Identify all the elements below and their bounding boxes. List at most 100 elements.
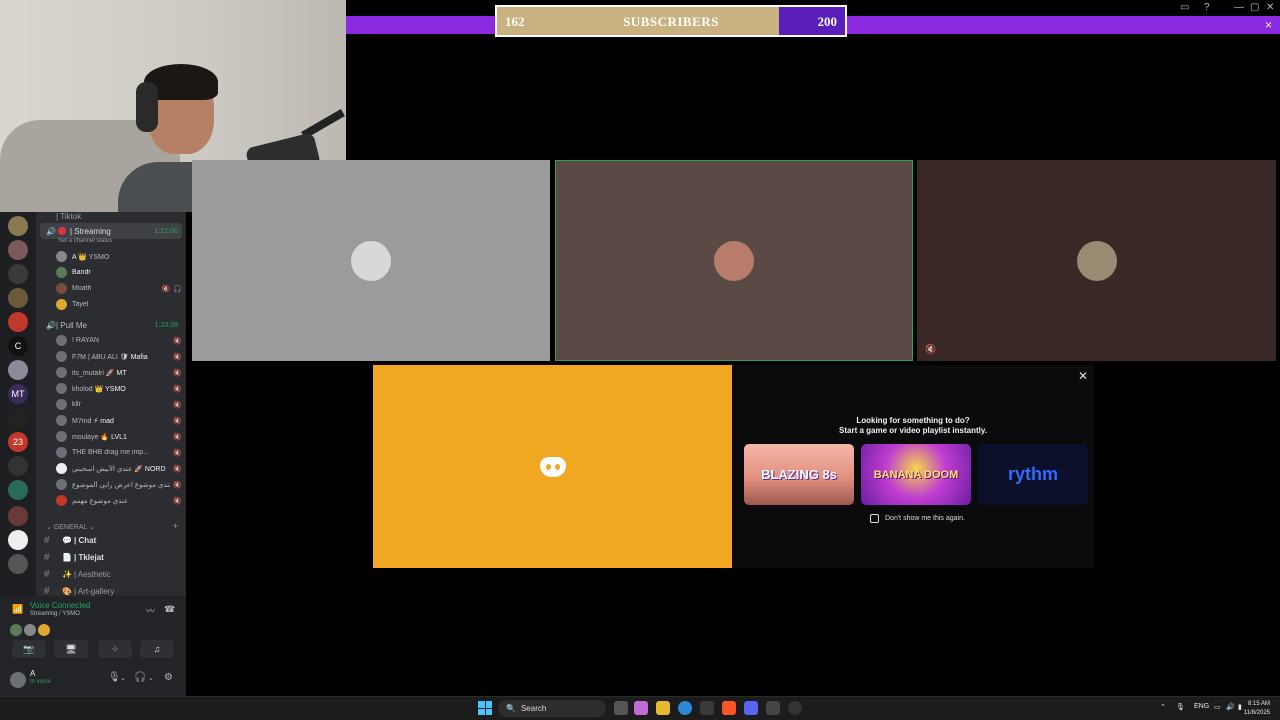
settings-gear-icon[interactable]: ⚙ — [164, 672, 173, 683]
voice-member[interactable]: عندي الأبيض اسحبني 🚀 NORD 🔇 — [56, 461, 182, 476]
screen-share-icon[interactable]: ▭ — [1180, 2, 1189, 13]
avatar — [56, 415, 67, 426]
close-icon[interactable]: ✕ — [1078, 369, 1088, 383]
participant-tile[interactable] — [192, 160, 550, 361]
server-icon[interactable] — [8, 506, 28, 526]
voice-member[interactable]: عندي موضوع مهمم 🔇 — [56, 493, 182, 508]
microphone-icon[interactable]: 🎙 — [108, 672, 121, 683]
tray-chevron-icon[interactable]: ⌃ — [1160, 703, 1166, 711]
dont-show-checkbox[interactable] — [870, 514, 879, 523]
channel-timer: 1:21:00 — [154, 227, 178, 235]
screenshare-button[interactable]: 🖥 — [54, 640, 88, 658]
brave-icon[interactable] — [722, 701, 736, 715]
minimize-icon[interactable]: — — [1234, 2, 1244, 13]
discord-icon[interactable] — [744, 701, 758, 715]
copilot-icon[interactable] — [634, 701, 648, 715]
channel-emoji: 💬 — [62, 536, 72, 545]
category-general[interactable]: ⌄ GENERAL ⌄ — [46, 523, 95, 531]
user-avatar[interactable] — [10, 672, 26, 688]
noise-suppression-icon[interactable]: 〰 — [146, 604, 155, 617]
file-explorer-icon[interactable] — [656, 701, 670, 715]
text-channel[interactable]: # 📄 | Tklejat — [44, 550, 182, 565]
participant-tile[interactable]: 🔇 — [917, 160, 1276, 361]
server-icon-notif[interactable]: 23 — [8, 432, 28, 452]
server-icon[interactable] — [8, 554, 28, 574]
dont-show-again[interactable]: Don't show me this again. — [870, 514, 965, 523]
channel-sidebar: | Tiktok 🔊 | Streaming 1:21:00 Set a cha… — [36, 212, 186, 596]
volume-icon[interactable]: 🔊 — [1226, 703, 1235, 711]
text-channel[interactable]: # ✨ | Aesthetic — [44, 567, 182, 582]
voice-status[interactable]: Voice Connected — [30, 601, 91, 610]
obs-icon[interactable] — [788, 701, 802, 715]
member-tag: ⚡ mad — [93, 417, 114, 425]
server-icon[interactable] — [8, 216, 28, 236]
member-name: عندي الأبيض اسحبني — [72, 465, 133, 473]
mute-icon: 🔇 — [173, 417, 182, 425]
server-icon-mt[interactable]: MT — [8, 384, 28, 404]
text-channel[interactable]: # 💬 | Chat — [44, 533, 182, 548]
help-icon[interactable]: ? — [1204, 2, 1210, 13]
tray-mic-icon[interactable]: 🎙 — [1176, 703, 1185, 711]
signal-icon[interactable]: 📶 — [12, 604, 23, 615]
server-icon[interactable] — [8, 530, 28, 550]
voice-member[interactable]: A 👑 YSMO — [56, 249, 182, 264]
server-icon[interactable] — [8, 408, 28, 428]
voice-member[interactable]: THE BHB drag me imp... 🔇 — [56, 445, 182, 460]
maximize-icon[interactable]: ▢ — [1250, 2, 1259, 13]
voice-channel-streaming[interactable]: 🔊 | Streaming 1:21:00 — [40, 223, 182, 239]
server-icon[interactable] — [8, 312, 28, 332]
voice-member[interactable]: Moath 🔇 🎧 — [56, 281, 182, 296]
voice-member[interactable]: moulaye 🔥 LVL1 🔇 — [56, 429, 182, 444]
taskbar-search[interactable]: 🔍 Search — [498, 700, 606, 717]
server-icon[interactable] — [8, 288, 28, 308]
chevron-down-icon[interactable]: ⌄ — [120, 674, 126, 682]
voice-member[interactable]: F7M | ABU ALI 🛡 Mafia 🔇 — [56, 349, 182, 364]
headphones-icon[interactable]: 🎧 — [134, 672, 146, 683]
voice-member[interactable]: kllr 🔇 — [56, 397, 182, 412]
disconnect-icon[interactable]: ☎ — [164, 604, 175, 615]
server-icon[interactable] — [8, 360, 28, 380]
voice-member[interactable]: Tayel — [56, 297, 182, 312]
voice-member[interactable]: its_mutalri 🚀 MT 🔇 — [56, 365, 182, 380]
stream-placeholder[interactable] — [373, 365, 732, 568]
chevron-down-icon[interactable]: ⌄ — [148, 674, 154, 682]
activity-card-banana-doom[interactable]: BANANA DOOM — [861, 444, 971, 505]
voice-member[interactable]: Bandr — [56, 265, 182, 280]
avatar — [24, 624, 36, 636]
search-icon: 🔍 — [506, 704, 516, 713]
language-indicator[interactable]: ENG — [1194, 703, 1209, 710]
member-name: عندي موضوع مهمم — [72, 497, 129, 505]
camera-button[interactable]: 📷 — [12, 640, 46, 658]
activity-card-blazing-8s[interactable]: BLAZING 8s — [744, 444, 854, 505]
edge-icon[interactable] — [678, 701, 692, 715]
add-channel-icon[interactable]: + — [173, 521, 178, 531]
server-icon[interactable] — [8, 264, 28, 284]
server-folder-icon[interactable] — [8, 480, 28, 500]
soundboard-button[interactable]: ♫ — [140, 640, 174, 658]
voice-member[interactable]: ! RAYAN 🔇 — [56, 333, 182, 348]
task-view-icon[interactable] — [614, 701, 628, 715]
window-close-icon[interactable]: ✕ — [1266, 2, 1274, 13]
activity-card-rythm[interactable]: rythm — [978, 444, 1088, 505]
server-folder-icon[interactable] — [8, 456, 28, 476]
battery-icon[interactable]: ▮ — [1238, 703, 1242, 711]
user-name[interactable]: A — [30, 669, 35, 678]
voice-member[interactable]: عندي موضوع اعرض رايي الموضوع 🔇 — [56, 477, 182, 492]
store-icon[interactable] — [700, 701, 714, 715]
text-channel[interactable]: # 🎨 | Art-gallery — [44, 584, 182, 596]
voice-channel-pull-me[interactable]: 🔊 | Pull Me 1:20:39 — [40, 317, 182, 333]
taskbar-clock[interactable]: 8:15 AM 11/8/2025 — [1244, 700, 1270, 718]
participant-tile-speaking[interactable] — [555, 160, 913, 361]
server-icon[interactable] — [8, 240, 28, 260]
network-icon[interactable]: ▭ — [1214, 703, 1221, 711]
participant-avatar — [714, 240, 754, 281]
user-status: In voice — [30, 679, 51, 685]
xbox-icon[interactable] — [766, 701, 780, 715]
overlay-close-button[interactable]: × — [1265, 18, 1272, 32]
channel-status-hint[interactable]: Set a channel status — [58, 238, 112, 244]
activities-button[interactable]: ⁘ — [98, 640, 132, 658]
server-icon-c[interactable]: C — [8, 336, 28, 356]
voice-member[interactable]: kholod 👑 YSMO 🔇 — [56, 381, 182, 396]
voice-member[interactable]: M7md ⚡ mad 🔇 — [56, 413, 182, 428]
windows-start-icon[interactable] — [478, 701, 492, 715]
